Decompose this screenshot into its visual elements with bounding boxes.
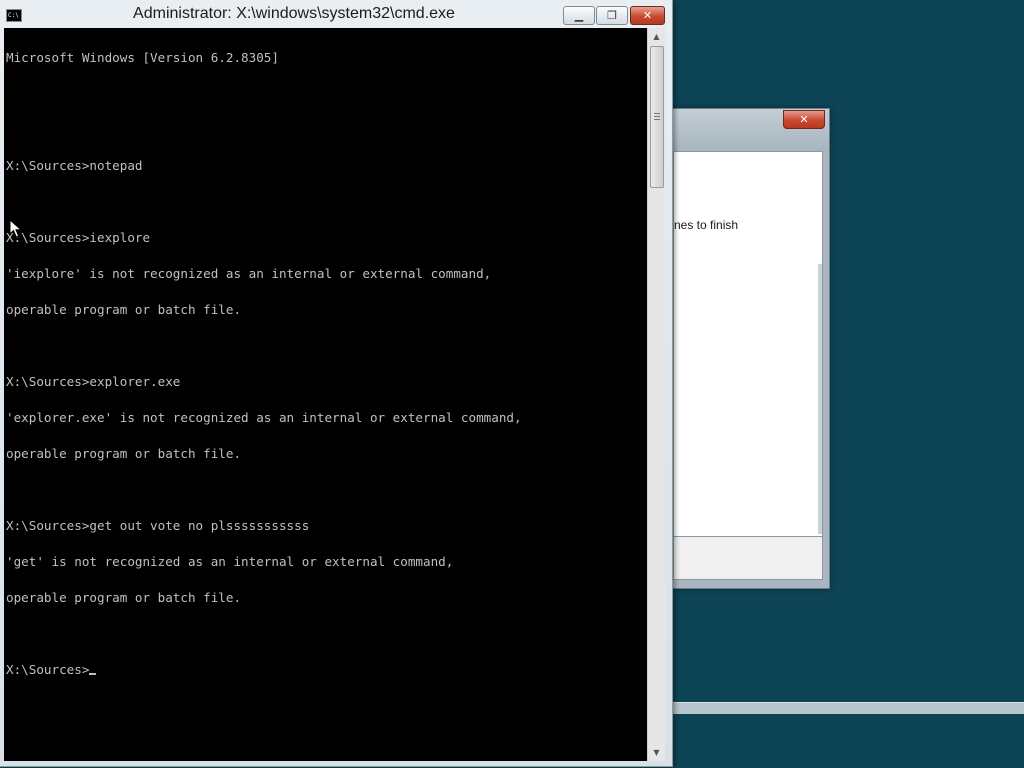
console-text: Microsoft Windows [Version 6.2.8305] X:\… <box>4 28 647 700</box>
console-line: X:\Sources>notepad <box>6 158 143 173</box>
restore-button[interactable]: ❐ <box>596 6 628 25</box>
grip-line <box>654 113 660 114</box>
chevron-up-icon: ▲ <box>653 32 660 41</box>
console-line: operable program or batch file. <box>6 446 242 461</box>
vertical-scrollbar[interactable]: ▲ ▼ <box>647 28 665 761</box>
console-line: 'get' is not recognized as an internal o… <box>6 554 454 569</box>
command-prompt-line[interactable]: X:\Sources> <box>6 662 647 677</box>
console-line: X:\Sources>iexplore <box>6 230 151 245</box>
setup-dialog-footer <box>673 536 823 580</box>
minimize-button[interactable]: ▁ <box>563 6 595 25</box>
taskbar-strip <box>672 702 1024 714</box>
console-line: X:\Sources>explorer.exe <box>6 374 181 389</box>
console-line: 'iexplore' is not recognized as an inter… <box>6 266 492 281</box>
console-line: X:\Sources>get out vote no plsssssssssss <box>6 518 310 533</box>
console-line: operable program or batch file. <box>6 302 242 317</box>
cmd-titlebar[interactable]: C:\ Administrator: X:\windows\system32\c… <box>0 0 672 28</box>
setup-dialog[interactable]: ✕ nes to finish <box>668 108 830 589</box>
console-line: Microsoft Windows [Version 6.2.8305] <box>6 50 279 65</box>
minimize-icon: ▁ <box>574 9 584 22</box>
cmd-window[interactable]: C:\ Administrator: X:\windows\system32\c… <box>0 0 673 767</box>
setup-status-text: nes to finish <box>674 218 739 232</box>
text-cursor <box>89 673 97 675</box>
close-icon: ✕ <box>799 113 809 126</box>
console-line: operable program or batch file. <box>6 590 242 605</box>
scroll-down-button[interactable]: ▼ <box>648 744 665 761</box>
close-button[interactable]: ✕ <box>630 6 665 25</box>
restore-icon: ❐ <box>607 9 617 22</box>
chevron-down-icon: ▼ <box>653 748 660 757</box>
mouse-pointer-icon <box>9 219 23 238</box>
window-title: Administrator: X:\windows\system32\cmd.e… <box>133 5 455 22</box>
close-icon: ✕ <box>642 9 653 22</box>
console-output-area[interactable]: Microsoft Windows [Version 6.2.8305] X:\… <box>4 28 647 761</box>
setup-dialog-close-button[interactable]: ✕ <box>783 110 825 129</box>
command-prompt: X:\Sources> <box>6 662 90 677</box>
console-line: 'explorer.exe' is not recognized as an i… <box>6 410 522 425</box>
scrollbar-thumb[interactable] <box>650 46 664 188</box>
setup-dialog-scroll-track <box>818 264 822 534</box>
grip-line <box>654 116 660 117</box>
grip-line <box>654 119 660 120</box>
scroll-up-button[interactable]: ▲ <box>648 28 665 45</box>
setup-dialog-content: nes to finish <box>673 151 823 537</box>
